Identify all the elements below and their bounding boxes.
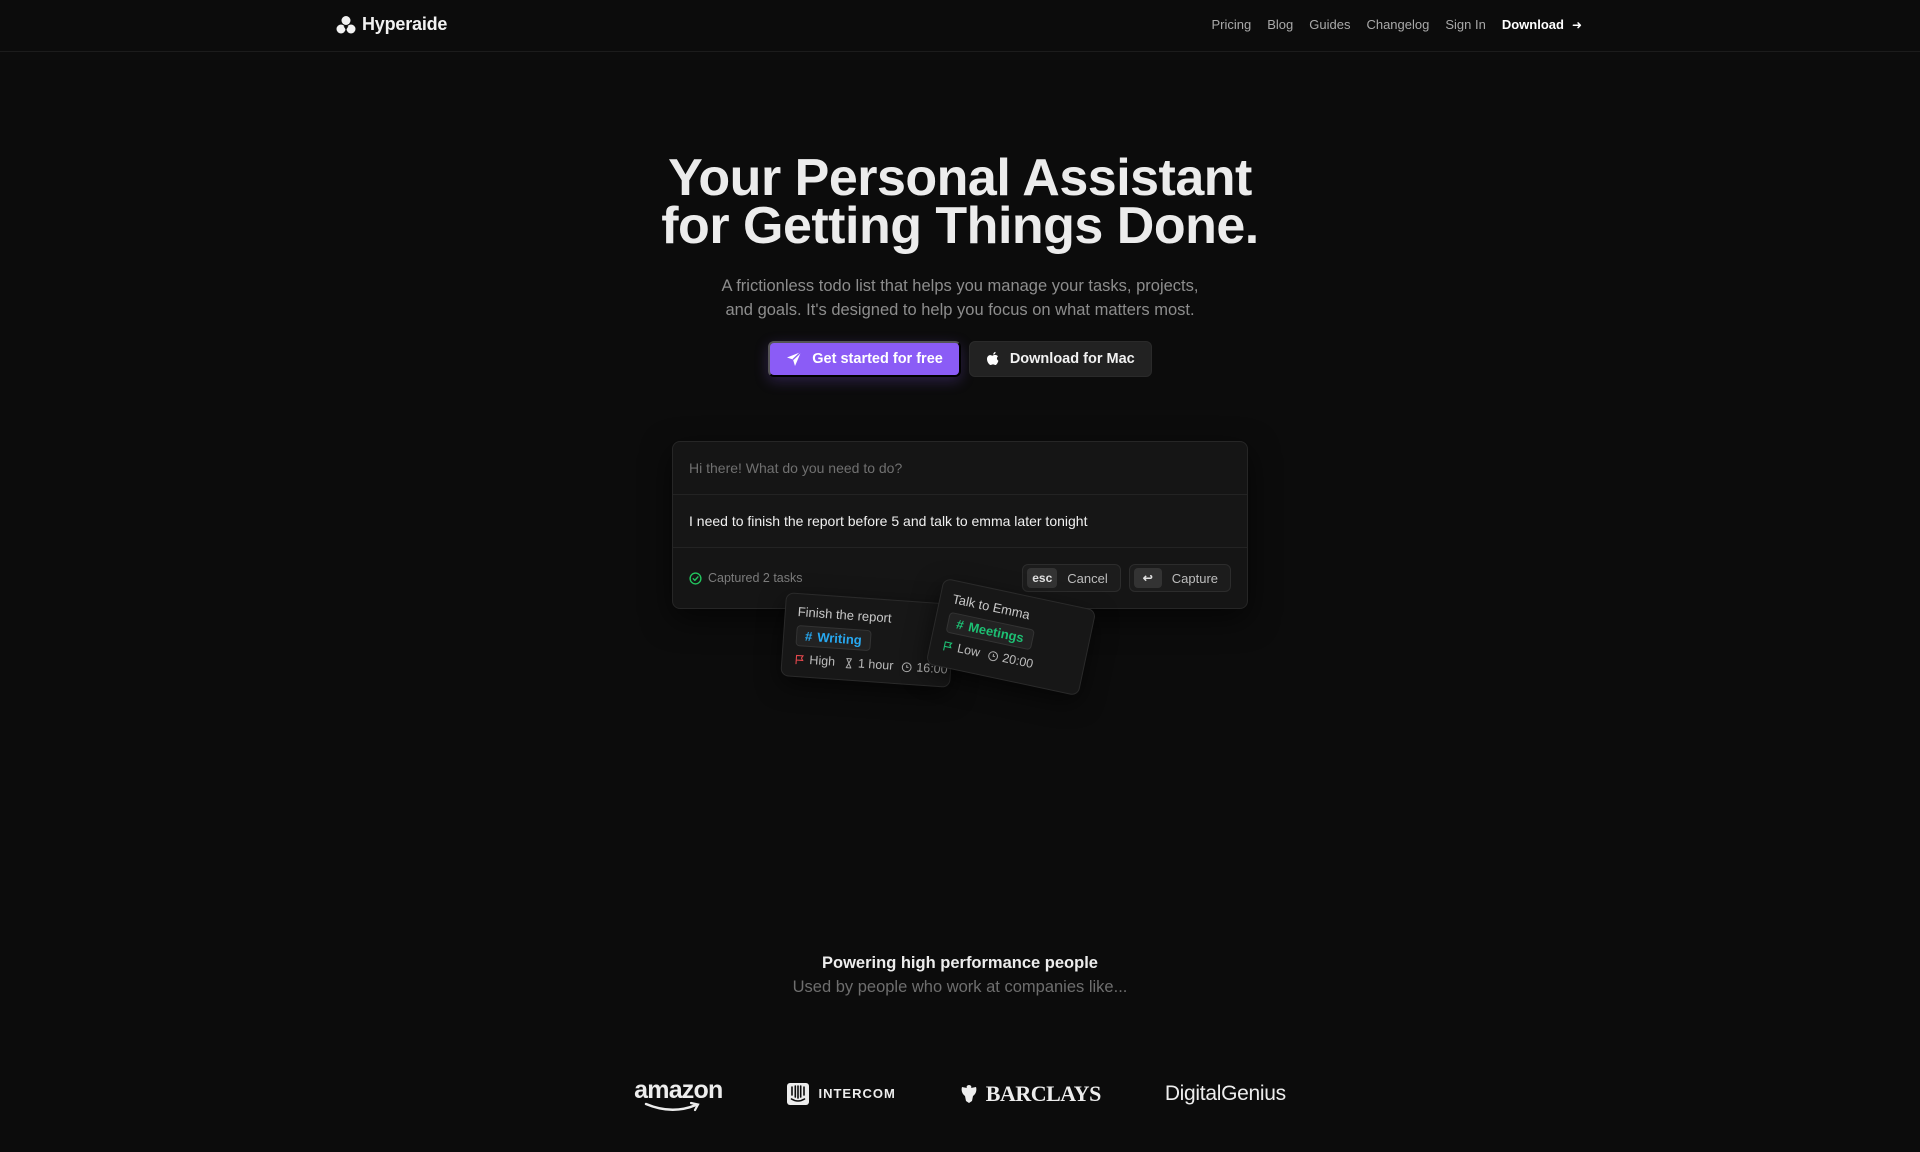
nav-guides[interactable]: Guides <box>1309 17 1350 32</box>
flag-icon <box>795 654 805 664</box>
amazon-logo: amazon <box>634 1076 723 1112</box>
hero-subtitle: A frictionless todo list that helps you … <box>0 274 1920 322</box>
capture-label: Capture <box>1171 570 1218 586</box>
eagle-icon <box>961 1084 977 1103</box>
nav-changelog[interactable]: Changelog <box>1366 17 1429 32</box>
intercom-wordmark: INTERCOM <box>818 1086 896 1101</box>
task-time: 20:00 <box>986 648 1035 672</box>
hero-subtitle-line2: and goals. It's designed to help you foc… <box>725 301 1195 319</box>
companies-title: Powering high performance people <box>822 954 1098 972</box>
nav-download-label: Download <box>1501 17 1564 32</box>
send-icon <box>787 351 802 366</box>
company-logos: amazon INTERCOM BARCLAYS DigitalGenius <box>0 1076 1920 1112</box>
task-duration: 1 hour <box>843 655 894 673</box>
hero-title-line2: for Getting Things Done. <box>661 197 1259 255</box>
flag-icon <box>943 640 953 650</box>
nav-download-link[interactable]: Download ➜ <box>1502 17 1582 32</box>
check-circle-icon <box>689 571 702 585</box>
enter-key-icon: ↩ <box>1133 568 1162 588</box>
main-nav: Pricing Blog Guides Changelog Sign In Do… <box>1211 17 1582 32</box>
task-priority: High <box>794 652 836 669</box>
task-tag-label: Writing <box>816 629 863 648</box>
capture-status-text: Captured 2 tasks <box>708 571 803 585</box>
task-meta: High 1 hour 16:00 <box>794 652 948 677</box>
nav-sign-in[interactable]: Sign In <box>1445 17 1485 32</box>
download-mac-button[interactable]: Download for Mac <box>968 341 1152 377</box>
capture-prompt-row: Hi there! What do you need to do? <box>673 442 1247 495</box>
cancel-label: Cancel <box>1067 570 1108 586</box>
task-priority: Low <box>941 638 981 660</box>
get-started-button[interactable]: Get started for free <box>768 341 961 377</box>
clock-icon <box>901 661 912 672</box>
intercom-logo: INTERCOM <box>786 1082 895 1106</box>
capture-actions: esc Cancel ↩ Capture <box>1022 564 1231 592</box>
hero-title: Your Personal Assistant for Getting Thin… <box>0 152 1920 252</box>
digitalgenius-logo: DigitalGenius <box>1165 1082 1286 1106</box>
companies-subtitle: Used by people who work at companies lik… <box>792 978 1128 996</box>
get-started-label: Get started for free <box>812 351 943 367</box>
capture-button[interactable]: ↩ Capture <box>1128 564 1231 592</box>
task-tag: # Writing <box>795 625 872 652</box>
capture-input[interactable]: I need to finish the report before 5 and… <box>673 495 1247 548</box>
esc-key-hint: esc <box>1027 568 1058 588</box>
intercom-icon <box>787 1082 810 1105</box>
arrow-right-icon: ➜ <box>1571 17 1582 32</box>
task-tag-label: Meetings <box>966 619 1026 646</box>
task-priority-label: Low <box>956 641 982 660</box>
barclays-wordmark: BARCLAYS <box>985 1080 1102 1106</box>
hash-icon: # <box>954 616 966 633</box>
site-header: Hyperaide Pricing Blog Guides Changelog … <box>0 0 1920 52</box>
task-card[interactable]: Finish the report # Writing High 1 hour … <box>780 592 956 688</box>
apple-icon <box>986 351 999 365</box>
hash-icon: # <box>804 628 813 645</box>
hero-subtitle-line1: A frictionless todo list that helps you … <box>721 277 1199 295</box>
nav-blog[interactable]: Blog <box>1267 17 1293 32</box>
task-title: Finish the report <box>797 604 893 626</box>
nav-pricing[interactable]: Pricing <box>1211 17 1251 32</box>
hyperaide-logo-icon <box>336 15 356 33</box>
clock-icon <box>988 650 999 661</box>
task-priority-label: High <box>808 652 836 669</box>
digitalgenius-wordmark: DigitalGenius <box>1164 1081 1286 1105</box>
capture-status: Captured 2 tasks <box>689 571 803 585</box>
hourglass-icon <box>845 657 852 668</box>
barclays-logo: BARCLAYS <box>960 1081 1101 1107</box>
brand-logo[interactable]: Hyperaide <box>336 14 447 35</box>
amazon-smile-icon <box>644 1101 700 1112</box>
cta-row: Get started for free Download for Mac <box>0 341 1920 377</box>
capture-input-value: I need to finish the report before 5 and… <box>689 513 1088 529</box>
task-time-label: 20:00 <box>1000 650 1035 672</box>
download-mac-label: Download for Mac <box>1009 351 1135 367</box>
task-duration-label: 1 hour <box>857 656 894 673</box>
brand-name: Hyperaide <box>362 14 448 34</box>
capture-prompt: Hi there! What do you need to do? <box>689 460 903 476</box>
cancel-button[interactable]: esc Cancel <box>1022 564 1121 592</box>
